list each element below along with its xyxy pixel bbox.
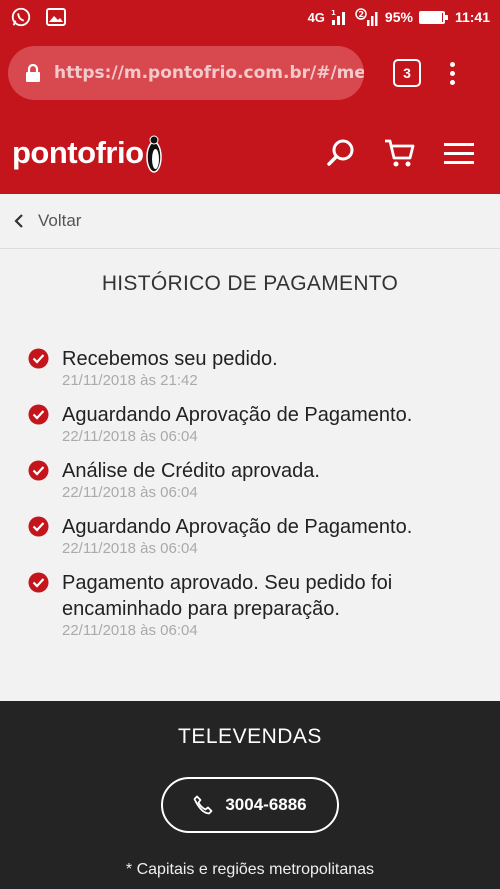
svg-text:2: 2 xyxy=(358,10,364,19)
status-bar: 4G 1 2 95% 11:41 xyxy=(0,0,500,34)
check-circle-icon xyxy=(28,404,49,425)
history-message: Análise de Crédito aprovada. xyxy=(62,460,320,482)
chevron-left-icon xyxy=(14,214,23,228)
signal-icon: 1 xyxy=(331,9,345,25)
page-title: HISTÓRICO DE PAGAMENTO xyxy=(101,272,399,295)
url-bar[interactable]: https://m.pontofrio.com.br/#/me xyxy=(8,46,364,100)
call-phone-button[interactable]: 3004-6886 xyxy=(161,777,339,833)
history-date: 22/11/2018 às 06:04 xyxy=(62,540,198,557)
network-type: 4G xyxy=(307,9,325,25)
footer-title: TELEVENDAS xyxy=(178,725,322,748)
phone-number: 3004-6886 xyxy=(225,795,307,814)
history-date: 22/11/2018 às 06:04 xyxy=(62,484,198,501)
tab-count: 3 xyxy=(403,65,411,81)
battery-percent: 95% xyxy=(384,9,413,25)
signal-sim2-icon: 2 xyxy=(355,8,378,26)
site-logo[interactable]: pontofrio xyxy=(12,133,162,173)
penguin-logo-icon xyxy=(145,135,162,173)
history-message: Aguardando Aprovação de Pagamento. xyxy=(62,516,413,538)
svg-text:1: 1 xyxy=(331,9,336,17)
whatsapp-icon xyxy=(11,7,31,27)
search-icon[interactable] xyxy=(326,138,356,168)
logo-text: pontofrio xyxy=(12,135,144,170)
footer-note: * Capitais e regiões metropolitanas xyxy=(125,861,375,878)
browser-menu-button[interactable] xyxy=(447,61,457,85)
televendas-footer: TELEVENDAS 3004-6886 * Capitais e regiõe… xyxy=(0,701,500,889)
tabs-button[interactable]: 3 xyxy=(393,59,421,87)
history-message: Pagamento aprovado. Seu pedido foi encam… xyxy=(62,572,393,620)
site-header: pontofrio xyxy=(0,112,500,194)
lock-icon xyxy=(26,64,40,82)
history-item: Aguardando Aprovação de Pagamento. 22/11… xyxy=(28,514,478,557)
history-message: Aguardando Aprovação de Pagamento. xyxy=(62,404,413,426)
check-circle-icon xyxy=(28,572,49,593)
hamburger-menu-icon[interactable] xyxy=(444,141,474,165)
back-link[interactable]: Voltar xyxy=(0,194,500,249)
back-label: Voltar xyxy=(38,211,82,230)
battery-icon xyxy=(418,10,448,24)
browser-toolbar: https://m.pontofrio.com.br/#/me 3 xyxy=(0,34,500,112)
history-item: Análise de Crédito aprovada. 22/11/2018 … xyxy=(28,458,478,501)
cart-icon[interactable] xyxy=(384,138,416,168)
history-item: Pagamento aprovado. Seu pedido foi encam… xyxy=(28,570,478,639)
history-message: Recebemos seu pedido. xyxy=(62,348,278,370)
payment-history-section: HISTÓRICO DE PAGAMENTO Recebemos seu ped… xyxy=(0,250,500,701)
history-date: 21/11/2018 às 21:42 xyxy=(62,372,198,389)
history-date: 22/11/2018 às 06:04 xyxy=(62,622,198,639)
gallery-icon xyxy=(46,8,66,26)
payment-history-list: Recebemos seu pedido. 21/11/2018 às 21:4… xyxy=(28,346,478,652)
phone-icon xyxy=(193,795,213,815)
history-item: Aguardando Aprovação de Pagamento. 22/11… xyxy=(28,402,478,445)
url-text: https://m.pontofrio.com.br/#/me xyxy=(54,63,364,83)
history-date: 22/11/2018 às 06:04 xyxy=(62,428,198,445)
check-circle-icon xyxy=(28,516,49,537)
check-circle-icon xyxy=(28,460,49,481)
history-item: Recebemos seu pedido. 21/11/2018 às 21:4… xyxy=(28,346,478,389)
clock: 11:41 xyxy=(454,9,490,25)
check-circle-icon xyxy=(28,348,49,369)
